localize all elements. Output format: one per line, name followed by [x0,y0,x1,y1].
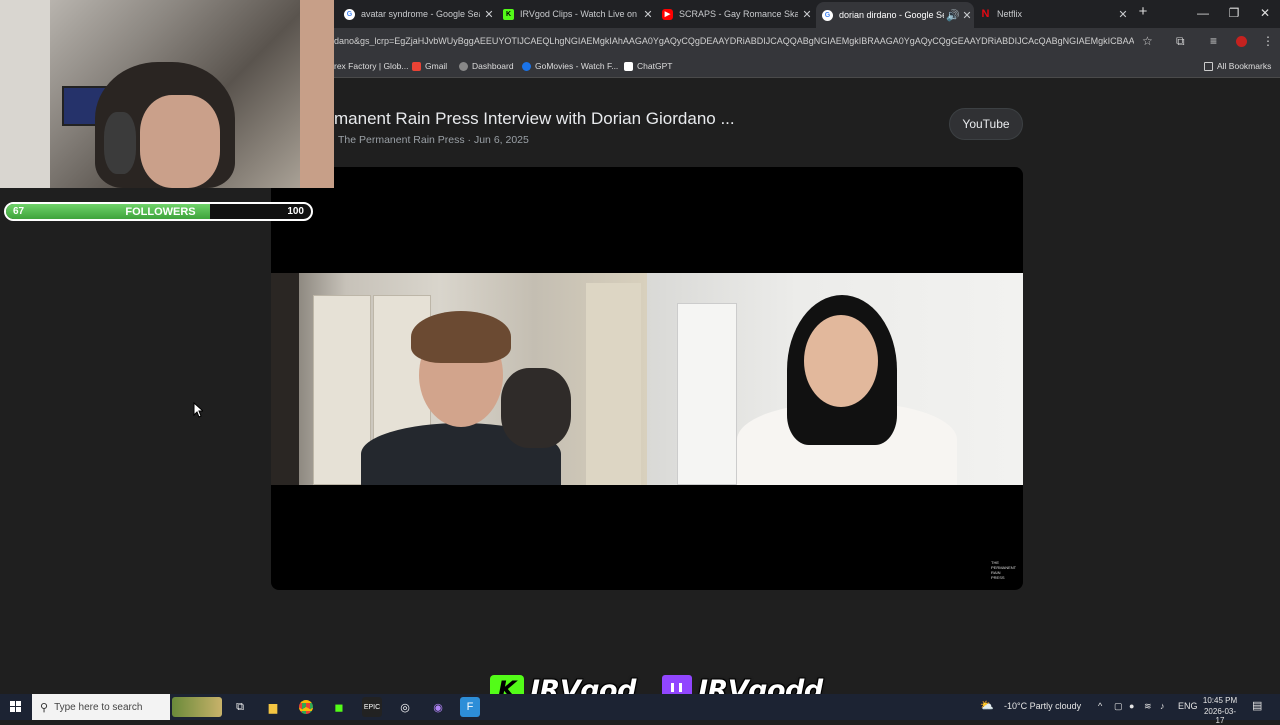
windows-taskbar: ⚲ Type here to search ⧉ ▆ ◼ EPIC ◎ ◉ F ⛅… [0,694,1280,725]
wifi-icon[interactable]: ≋ [1144,701,1152,712]
menu-kebab-icon[interactable]: ⋮ [1262,34,1274,48]
close-tab-icon[interactable]: ✕ [800,8,814,21]
bookmark-gmail[interactable]: Gmail [412,61,447,71]
discord-icon[interactable]: ◉ [428,697,448,717]
followers-goal: 100 [287,206,304,217]
youtube-source-button[interactable]: YouTube [949,108,1023,140]
weather-status[interactable]: -10°C Partly cloudy [1004,701,1081,711]
globe-icon [522,61,531,71]
close-tab-icon[interactable]: ✕ [960,9,974,22]
file-explorer-icon[interactable]: ▆ [263,697,283,717]
video-title[interactable]: manent Rain Press Interview with Dorian … [334,109,735,129]
minimize-button[interactable]: — [1188,6,1218,20]
bookmark-rex-factory[interactable]: rex Factory | Glob... [334,61,408,71]
extensions-icon[interactable]: ⧉ [1176,34,1185,49]
all-bookmarks[interactable]: All Bookmarks [1204,61,1271,71]
weather-icon: ⛅ [980,700,994,712]
microphone-icon[interactable]: ● [1129,701,1134,711]
windows-start-icon[interactable] [6,697,26,717]
mouse-cursor-icon [193,402,203,418]
task-view-icon[interactable]: ⧉ [230,697,250,717]
tab-title: SCRAPS - Gay Romance Skateb [679,9,798,19]
media-controls-icon[interactable]: ≡ [1210,34,1217,48]
followers-goal-bar: 67 FOLLOWERS 100 [4,202,313,221]
background-person [300,0,334,188]
close-tab-icon[interactable]: ✕ [482,8,496,21]
chrome-icon[interactable] [296,697,316,717]
close-tab-icon[interactable]: ✕ [641,8,655,21]
search-placeholder: Type here to search [54,701,143,713]
google-icon: G [344,8,355,20]
tab-title: dorian dirdano - Google Se [839,10,944,20]
network-icon[interactable]: ▢ [1114,701,1123,712]
url-field[interactable]: dano&gs_lcrp=EgZjaHJvbWUyBggAEEUYOTIJCAE… [334,36,1134,46]
gmail-icon [412,61,421,71]
search-highlight-image[interactable] [172,697,222,717]
epic-games-icon[interactable]: EPIC [362,697,382,717]
video-meta: The Permanent Rain Press · Jun 6, 2025 [338,134,529,146]
new-tab-button[interactable]: + [1128,3,1158,20]
search-icon: ⚲ [40,701,49,714]
tab-dorian-dirdano[interactable]: G dorian dirdano - Google Se 🔊 ✕ [816,2,974,28]
person-hair [411,311,511,363]
kick-icon: K [503,8,514,20]
app-f-icon[interactable]: F [460,697,480,717]
video-frame-left-participant [271,273,647,485]
kick-app-icon[interactable]: ◼ [329,697,349,717]
folder-icon [1204,61,1213,71]
bookmark-dashboard[interactable]: Dashboard [459,61,514,71]
doorframe [271,273,299,485]
bookmark-gomovies[interactable]: GoMovies - Watch F... [522,61,618,71]
notifications-icon[interactable]: ▤ [1252,699,1262,712]
netflix-icon: N [981,8,990,20]
streamer-webcam [0,0,334,188]
door [677,303,737,485]
steam-icon[interactable]: ◎ [395,697,415,717]
dashboard-icon [459,61,468,71]
headset [104,112,136,174]
tab-irvgod-clips[interactable]: K IRVgod Clips - Watch Live on K ✕ [503,4,655,24]
taskbar-search[interactable]: ⚲ Type here to search [32,694,170,720]
clock-date: 2026-03-17 [1203,707,1237,725]
tab-title: Netflix [997,9,1023,19]
followers-label: FOLLOWERS [125,206,196,218]
profile-avatar[interactable] [1236,36,1247,47]
tab-netflix[interactable]: N Netflix ✕ [980,4,1130,24]
clock-time: 10:45 PM [1202,696,1238,705]
volume-icon[interactable]: ♪ [1160,701,1165,711]
chatgpt-icon [624,61,633,71]
clock[interactable]: 10:45 PM 2026-03-17 [1200,696,1240,725]
streamer-face [140,95,220,188]
star-bookmark-icon[interactable]: ☆ [1142,34,1153,48]
tray-chevron-icon[interactable]: ^ [1098,701,1102,711]
video-player[interactable]: THE PERMANENT RAIN PRESS [271,167,1023,590]
wall [0,0,50,188]
google-icon: G [822,9,833,21]
youtube-icon: ▶ [662,8,673,20]
bookmark-chatgpt[interactable]: ChatGPT [624,61,672,71]
channel-watermark: THE PERMANENT RAIN PRESS [991,560,1017,580]
video-frame-right-participant [647,273,1023,485]
language-indicator[interactable]: ENG [1178,701,1198,711]
drum-kit [501,368,571,448]
restore-button[interactable]: ❐ [1219,6,1249,20]
tab-scraps[interactable]: ▶ SCRAPS - Gay Romance Skateb ✕ [662,4,814,24]
person-face [804,315,878,407]
close-window-button[interactable]: ✕ [1250,6,1280,20]
audio-playing-icon[interactable]: 🔊 [946,9,960,22]
tab-title: IRVgod Clips - Watch Live on K [520,9,639,19]
tab-title: avatar syndrome - Google Sea [361,9,480,19]
tab-avatar-syndrome[interactable]: G avatar syndrome - Google Sea ✕ [344,4,496,24]
hallway-door [586,283,641,485]
